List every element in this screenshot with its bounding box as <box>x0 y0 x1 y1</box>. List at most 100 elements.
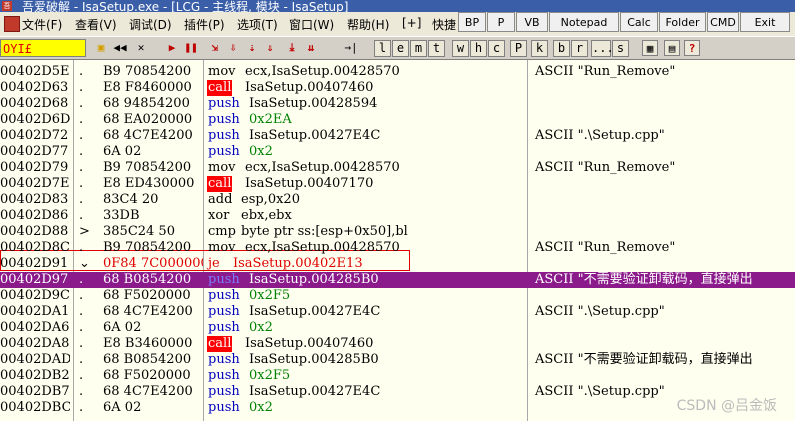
menu-shortcut[interactable]: 快捷 <box>432 16 456 33</box>
disasm-row[interactable]: 00402D6D. 68 EA020000 push 0x2EA <box>0 112 795 128</box>
toolbar-modules-button[interactable]: e <box>392 40 409 57</box>
disassembly-pane[interactable]: CSDN @吕金饭 00402D5E. B9 70854200 mov ecx,Isa… <box>0 60 795 421</box>
toolbar-windows-button[interactable]: w <box>452 40 469 57</box>
row-mnemonic: push <box>208 112 240 127</box>
trace-over-icon[interactable]: ⇓ <box>262 40 278 56</box>
run-icon[interactable]: ▶ <box>164 40 180 56</box>
appearance-icon[interactable]: ▤ <box>664 40 680 56</box>
row-hex-bytes: 385C24 50 <box>103 224 175 239</box>
toolbar-log-button[interactable]: l <box>374 40 391 57</box>
execute-till-return-icon[interactable]: ⤓ <box>284 40 300 56</box>
disasm-row[interactable]: 00402D63. E8 F8460000 call IsaSetup.0040746… <box>0 80 795 96</box>
menu-plugins[interactable]: 插件(P) <box>184 16 225 33</box>
row-mnemonic: push <box>208 96 240 111</box>
row-jump-marker: . <box>79 288 84 303</box>
step-over-icon[interactable]: ⇩ <box>225 40 241 56</box>
row-jump-marker: . <box>79 400 84 415</box>
plugin-exit-button[interactable]: Exit <box>740 12 790 32</box>
toolbar-callstack-button[interactable]: k <box>531 40 548 57</box>
row-jump-marker: . <box>79 352 84 367</box>
row-jump-marker: . <box>79 336 84 351</box>
disasm-row[interactable]: 00402DA6. 6A 02 push 0x2 <box>0 320 795 336</box>
disasm-row[interactable]: 00402D97. 68 B0854200 push IsaSetup.004285B… <box>0 272 795 288</box>
row-hex-bytes: B9 70854200 <box>103 160 192 175</box>
plugin-p-button[interactable]: P <box>487 12 515 32</box>
menu-file[interactable]: 文件(F) <box>22 16 62 33</box>
row-jump-marker: . <box>79 80 84 95</box>
disasm-row[interactable]: 00402D77. 6A 02 push 0x2 <box>0 144 795 160</box>
disasm-row[interactable]: 00402DA8. E8 B3460000 call IsaSetup.0040746… <box>0 336 795 352</box>
menu-window[interactable]: 窗口(W) <box>289 16 334 33</box>
disasm-row[interactable]: 00402D72. 68 4C7E4200 push IsaSetup.00427E4… <box>0 128 795 144</box>
row-operand: IsaSetup.004285B0 <box>249 352 379 367</box>
row-address: 00402DBC <box>0 400 70 415</box>
row-hex-bytes: 6A 02 <box>103 400 142 415</box>
disasm-row[interactable]: 00402DBC. 6A 02 push 0x2 <box>0 400 795 416</box>
disasm-row[interactable]: 00402DB7. 68 4C7E4200 push IsaSetup.00427E4… <box>0 384 795 400</box>
row-operand: IsaSetup.00427E4C <box>249 128 381 143</box>
menu-view[interactable]: 查看(V) <box>75 16 117 33</box>
row-address: 00402D79 <box>0 160 69 175</box>
row-operand: 0x2EA <box>249 112 292 127</box>
row-comment: ASCII "不需要验证卸载码，直接弹出 <box>535 272 753 287</box>
app-menu-icon[interactable] <box>4 16 20 32</box>
toolbar-source-button[interactable]: s <box>612 40 629 57</box>
trace-into-icon[interactable]: ⇣ <box>244 40 260 56</box>
toolbar-breakpoints-button[interactable]: b <box>553 40 570 57</box>
menu-options[interactable]: 选项(T) <box>237 16 278 33</box>
disasm-row[interactable]: 00402D68. 68 94854200 push IsaSetup.0042859… <box>0 96 795 112</box>
menu-plus[interactable]: [+] <box>402 16 421 30</box>
disasm-row[interactable]: 00402D86. 33DB xor ebx,ebx <box>0 208 795 224</box>
disasm-row[interactable]: 00402DAD. 68 B0854200 push IsaSetup.004285B… <box>0 352 795 368</box>
plugin-folder-button[interactable]: Folder <box>659 12 706 32</box>
disasm-row[interactable]: 00402D9C. 68 F5020000 push 0x2F5 <box>0 288 795 304</box>
row-address: 00402D5E <box>0 64 70 79</box>
row-mnemonic: call <box>207 336 233 352</box>
disasm-row[interactable]: 00402D88 >385C24 50 cmp byte ptr ss:[esp+0x… <box>0 224 795 240</box>
row-address: 00402D86 <box>0 208 69 223</box>
disasm-row[interactable]: 00402D79. B9 70854200 mov ecx,IsaSetup.0042… <box>0 160 795 176</box>
row-address: 00402DB2 <box>0 368 70 383</box>
disasm-row[interactable]: 00402D5E. B9 70854200 mov ecx,IsaSetup.0042… <box>0 64 795 80</box>
row-jump-marker: . <box>79 96 84 111</box>
row-jump-marker: . <box>79 64 84 79</box>
goto-icon[interactable]: →| <box>343 40 359 56</box>
toolbar-references-button[interactable]: r <box>571 40 588 57</box>
disasm-row[interactable]: 00402DA1. 68 4C7E4200 push IsaSetup.00427E4… <box>0 304 795 320</box>
address-field[interactable]: ΟΥΙ£ <box>0 39 86 57</box>
help-icon[interactable]: ? <box>684 40 700 56</box>
toolbar-cpu-button[interactable]: c <box>488 40 505 57</box>
options-grid-icon[interactable]: ▦ <box>642 40 658 56</box>
row-address: 00402D9C <box>0 288 70 303</box>
row-hex-bytes: 68 4C7E4200 <box>103 128 193 143</box>
row-hex-bytes: 68 4C7E4200 <box>103 304 193 319</box>
close-icon[interactable]: ✕ <box>133 40 149 56</box>
plugin-bp-button[interactable]: BP <box>458 12 486 32</box>
toolbar-threads-button[interactable]: t <box>428 40 445 57</box>
disasm-row[interactable]: 00402D83. 83C4 20 add esp,0x20 <box>0 192 795 208</box>
rewind-icon[interactable]: ◀◀ <box>112 40 128 56</box>
row-hex-bytes: B9 70854200 <box>103 240 192 255</box>
plugin-cmd-button[interactable]: CMD <box>707 12 739 32</box>
menu-debug[interactable]: 调试(D) <box>129 16 172 33</box>
row-operand: IsaSetup.00428594 <box>249 96 378 111</box>
plugin-vb-button[interactable]: VB <box>516 12 548 32</box>
toolbar-runtrace-button[interactable]: ... <box>591 40 614 57</box>
plugin-notepad-button[interactable]: Notepad <box>549 12 619 32</box>
toolbar-patches-button[interactable]: P <box>510 40 527 57</box>
row-hex-bytes: 68 B0854200 <box>103 352 192 367</box>
row-hex-bytes: 68 F5020000 <box>103 288 191 303</box>
disasm-row[interactable]: 00402D7E. E8 ED430000 call IsaSetup.0040717… <box>0 176 795 192</box>
row-operand: IsaSetup.004285B0 <box>249 272 379 287</box>
disasm-row[interactable]: 00402D91 ⌄ 0F84 7C000000 je IsaSetup.00402E1… <box>0 256 795 272</box>
disasm-row[interactable]: 00402D8C. B9 70854200 mov ecx,IsaSetup.0042… <box>0 240 795 256</box>
pause-icon[interactable]: ❚❚ <box>183 40 199 56</box>
open-folder-icon[interactable]: ▣ <box>93 40 109 56</box>
toolbar-handles-button[interactable]: h <box>470 40 487 57</box>
execute-till-user-icon[interactable]: ⇊ <box>303 40 319 56</box>
disasm-row[interactable]: 00402DB2. 68 F5020000 push 0x2F5 <box>0 368 795 384</box>
step-into-icon[interactable]: ⇲ <box>207 40 223 56</box>
toolbar-memory-button[interactable]: m <box>410 40 427 57</box>
menu-help[interactable]: 帮助(H) <box>347 16 389 33</box>
plugin-calc-button[interactable]: Calc <box>620 12 658 32</box>
